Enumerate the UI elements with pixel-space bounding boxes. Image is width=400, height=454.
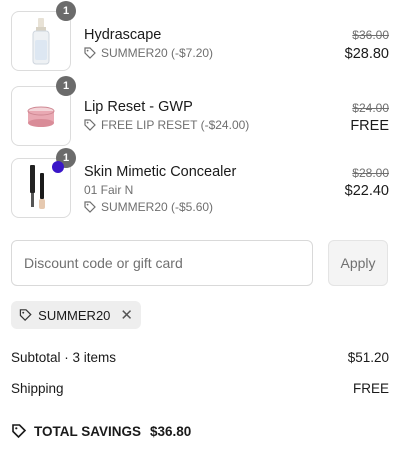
item-discount: SUMMER20 (-$5.60) xyxy=(84,200,213,214)
item-name: Lip Reset - GWP xyxy=(84,99,193,115)
original-price: $36.00 xyxy=(352,28,389,42)
cart-item-lip-reset: 1 Lip Reset - GWP FREE LIP RESET (-$24.0… xyxy=(11,76,389,146)
subtotal-value: $51.20 xyxy=(347,350,389,365)
serum-bottle-image xyxy=(32,18,50,65)
applied-discount-code: SUMMER20 xyxy=(38,307,111,323)
remove-discount-icon[interactable]: ✕ xyxy=(120,306,133,324)
tag-icon xyxy=(84,201,96,213)
item-name: Hydrascape xyxy=(84,27,162,43)
subtotal-label: Subtotal · 3 items xyxy=(11,350,117,365)
applied-discount-chip: SUMMER20 ✕ xyxy=(11,301,141,329)
cart-item-hydrascape: 1 Hydrascape SUMMER20 (-$7.20) $36.00 $2… xyxy=(11,1,389,71)
final-price: $28.80 xyxy=(344,46,389,62)
item-discount-text: FREE LIP RESET (-$24.00) xyxy=(101,118,250,132)
shipping-label: Shipping xyxy=(11,381,64,396)
total-savings-value: $36.80 xyxy=(150,423,192,439)
final-price: FREE xyxy=(350,118,389,134)
discount-code-input[interactable] xyxy=(11,240,313,286)
tag-icon xyxy=(84,47,96,59)
item-name: Skin Mimetic Concealer xyxy=(84,164,237,180)
quantity-badge: 1 xyxy=(56,76,76,96)
tag-icon xyxy=(84,119,96,131)
cart-item-concealer: 1 Skin Mimetic Concealer 01 Fair N SUMME… xyxy=(11,148,389,218)
apply-button[interactable]: Apply xyxy=(328,240,388,286)
shipping-row: Shipping FREE xyxy=(11,381,389,396)
subtotal-row: Subtotal · 3 items $51.20 xyxy=(11,350,389,365)
tag-icon xyxy=(19,309,32,322)
original-price: $28.00 xyxy=(352,166,389,180)
item-discount-text: SUMMER20 (-$7.20) xyxy=(101,46,214,60)
item-discount: SUMMER20 (-$7.20) xyxy=(84,46,213,60)
original-price: $24.00 xyxy=(352,101,389,115)
quantity-badge: 1 xyxy=(56,1,76,21)
item-variant: 01 Fair N xyxy=(84,183,134,197)
total-savings: TOTAL SAVINGS $36.80 xyxy=(11,423,191,439)
item-discount-text: SUMMER20 (-$5.60) xyxy=(101,200,214,214)
total-savings-label: TOTAL SAVINGS xyxy=(34,423,142,439)
shipping-value: FREE xyxy=(352,381,389,396)
final-price: $22.40 xyxy=(344,183,389,199)
item-discount: FREE LIP RESET (-$24.00) xyxy=(84,118,249,132)
shade-swatch xyxy=(52,161,64,173)
lip-balm-jar-image xyxy=(27,106,55,127)
savings-tag-icon xyxy=(12,424,27,439)
